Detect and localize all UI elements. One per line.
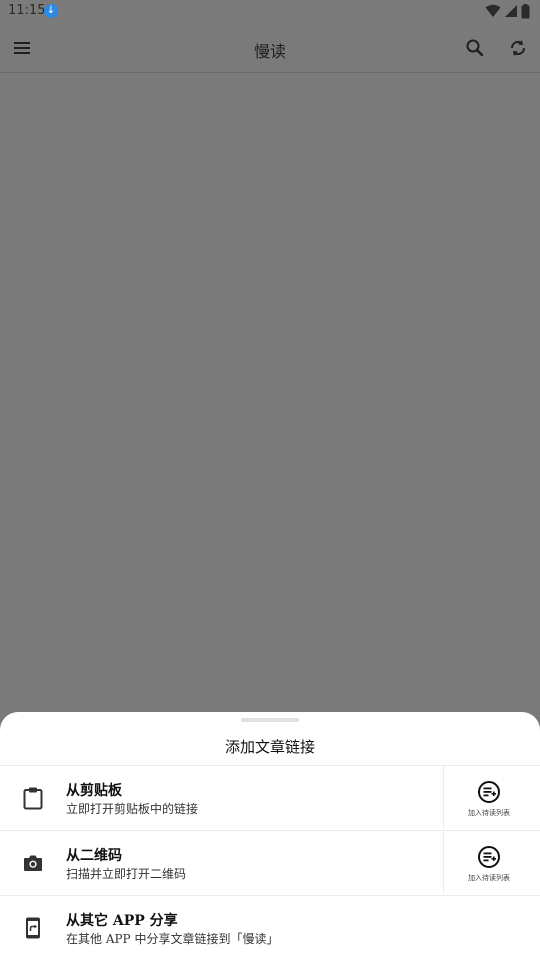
add-to-queue-label: 加入待读列表 (468, 809, 510, 817)
sync-button[interactable] (504, 34, 532, 62)
add-to-queue-icon (478, 781, 500, 803)
status-time: 11:15 (8, 3, 46, 18)
row-subtitle: 扫描并立即打开二维码 (66, 867, 187, 881)
row-subtitle: 立即打开剪贴板中的链接 (66, 802, 199, 816)
clipboard-icon (23, 787, 43, 810)
row-title: 从二维码 (66, 848, 122, 864)
from-clipboard-row[interactable]: 从剪贴板 立即打开剪贴板中的链接 加入待读列表 (0, 765, 540, 830)
share-phone-icon (26, 917, 40, 939)
download-icon: ↓ (44, 4, 58, 18)
from-other-app-row[interactable]: 从其它 APP 分享 在其他 APP 中分享文章链接到「慢读」 (0, 895, 540, 960)
status-icons (485, 3, 530, 19)
add-to-queue-label: 加入待读列表 (468, 874, 510, 882)
status-bar: 11:15 ↓ (0, 0, 540, 24)
page-title: 慢读 (253, 42, 286, 61)
row-title: 从其它 APP 分享 (66, 913, 178, 929)
add-to-queue-button[interactable]: 加入待读列表 (448, 837, 530, 889)
drag-handle[interactable] (241, 718, 299, 722)
row-subtitle: 在其他 APP 中分享文章链接到「慢读」 (66, 932, 279, 946)
divider (443, 766, 444, 828)
sheet-title: 添加文章链接 (224, 738, 315, 756)
row-title: 从剪贴板 (66, 783, 122, 799)
add-link-sheet: 添加文章链接 从剪贴板 立即打开剪贴板中的链接 加入待读列表 从二维码 扫描并立… (0, 712, 540, 960)
camera-icon (24, 855, 42, 871)
sync-icon (510, 40, 526, 56)
wifi-icon (485, 4, 501, 17)
add-to-queue-icon (478, 846, 500, 868)
add-to-queue-button[interactable]: 加入待读列表 (448, 772, 530, 824)
signal-icon (505, 5, 517, 17)
divider (443, 831, 444, 893)
search-icon (466, 39, 484, 57)
from-qrcode-row[interactable]: 从二维码 扫描并立即打开二维码 加入待读列表 (0, 830, 540, 895)
search-button[interactable] (461, 34, 489, 62)
battery-icon (521, 3, 530, 18)
app-bar: 慢读 (0, 24, 540, 73)
